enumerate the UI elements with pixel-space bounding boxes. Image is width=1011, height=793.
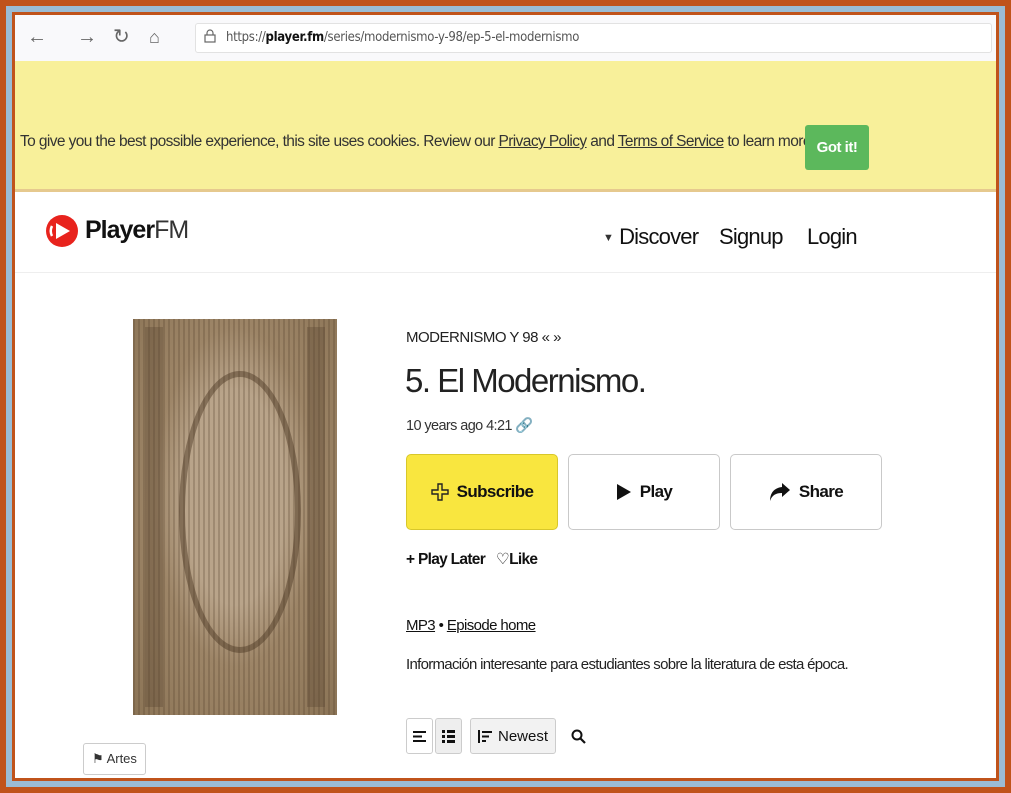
list-icon [442,729,455,743]
discover-menu[interactable]: ▼ Discover [603,224,699,250]
login-link[interactable]: Login [807,224,858,250]
plus-icon [430,483,449,501]
reload-icon[interactable]: ↻ [113,25,130,49]
site-header: PlayerFM ▼ Discover Signup Login [15,192,996,273]
cover-decoration [145,327,163,707]
player-fm-logo-icon [46,215,78,247]
series-nav-arrows[interactable]: « » [542,329,562,346]
search-icon [571,729,586,744]
browser-toolbar: ← → ↻ ⌂ https://player.fm/series/moderni… [15,15,996,62]
link-icon[interactable]: 🔗 [515,418,533,434]
play-button[interactable]: Play [568,454,720,530]
screenshot-frame: ← → ↻ ⌂ https://player.fm/series/moderni… [0,0,1011,793]
episode-meta: 10 years ago 4:21 🔗 [406,418,533,434]
search-button[interactable] [565,718,592,754]
cover-letter-d [179,371,301,653]
play-icon [616,484,631,500]
caret-down-icon: ▼ [603,232,614,245]
sort-icon [477,729,492,743]
signup-link[interactable]: Signup [719,224,783,250]
series-cover-image[interactable] [133,319,337,715]
episode-title: 5. El Modernismo. [405,362,647,399]
back-arrow-icon[interactable]: ← [27,25,47,49]
series-name[interactable]: MODERNISMO Y 98 « » [406,329,562,346]
terms-of-service-link[interactable]: Terms of Service [618,133,724,150]
secondary-actions: + Play Later ♡Like [406,550,538,569]
sort-newest-button[interactable]: Newest [470,718,556,754]
cookie-banner: To give you the best possible experience… [15,61,996,192]
tag-icon: ⚑ [92,751,104,766]
logo-text: PlayerFM [85,216,189,244]
subscribe-button[interactable]: Subscribe [406,454,558,530]
text-align-icon [413,730,426,742]
category-tag[interactable]: ⚑ Artes [83,743,146,775]
episode-description: Información interesante para estudiantes… [406,656,849,673]
got-it-button[interactable]: Got it! [805,125,869,170]
browser-window: ← → ↻ ⌂ https://player.fm/series/moderni… [12,12,999,781]
cookie-message: To give you the best possible experience… [20,133,815,150]
share-icon [769,483,790,501]
url-text: https://player.fm/series/modernismo-y-98… [226,30,580,45]
share-button[interactable]: Share [730,454,882,530]
home-icon[interactable]: ⌂ [149,25,160,49]
episode-home-link[interactable]: Episode home [447,617,536,634]
privacy-policy-link[interactable]: Privacy Policy [499,133,588,150]
list-view-button[interactable] [435,718,462,754]
forward-arrow-icon[interactable]: → [77,25,97,49]
play-later-link[interactable]: + Play Later [406,551,486,568]
episode-links: MP3 • Episode home [406,617,536,634]
lock-icon [204,29,216,43]
address-bar[interactable]: https://player.fm/series/modernismo-y-98… [195,23,992,53]
mp3-link[interactable]: MP3 [406,617,436,634]
cover-decoration [307,327,325,707]
heart-icon: ♡ [495,551,510,568]
compact-view-button[interactable] [406,718,433,754]
like-link[interactable]: ♡Like [495,551,538,568]
